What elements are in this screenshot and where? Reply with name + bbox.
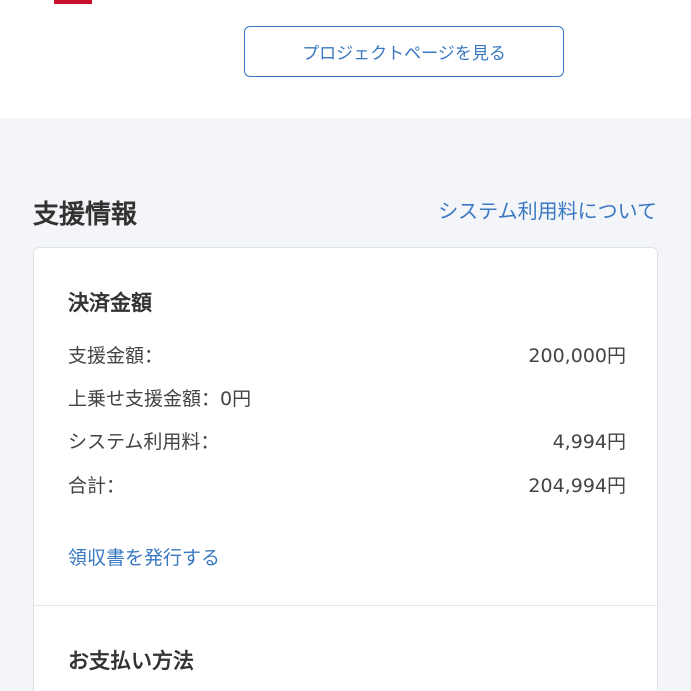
- issue-receipt-link[interactable]: 領収書を発行する: [68, 543, 220, 570]
- project-page-button[interactable]: プロジェクトページを見る: [244, 26, 564, 77]
- support-amount-label: 支援金額：: [68, 344, 164, 367]
- support-info-title: 支援情報: [33, 200, 138, 230]
- support-info-card: 決済金額 支援金額： 200,000円 上乗せ支援金額：0円 システム利用料： …: [33, 247, 658, 691]
- system-fee-link[interactable]: システム利用料について: [438, 195, 657, 224]
- extra-support-label: 上乗せ支援金額：0円: [68, 387, 252, 410]
- project-header: プロジェクトページを見る: [0, 0, 691, 118]
- support-amount-value: 200,000円: [528, 344, 626, 367]
- system-fee-label: システム利用料：: [68, 430, 220, 453]
- total-row: 合計： 204,994円: [68, 470, 626, 498]
- total-label: 合計：: [68, 474, 126, 497]
- payment-method-title: お支払い方法: [68, 649, 194, 673]
- support-amount-row: 支援金額： 200,000円: [68, 340, 626, 368]
- extra-support-row: 上乗せ支援金額：0円: [68, 383, 626, 411]
- total-value: 204,994円: [528, 474, 626, 497]
- payment-amount-title: 決済金額: [68, 291, 152, 315]
- section-divider: [34, 605, 657, 606]
- system-fee-row: システム利用料： 4,994円: [68, 426, 626, 454]
- system-fee-value: 4,994円: [552, 430, 626, 453]
- project-thumbnail: [54, 0, 92, 4]
